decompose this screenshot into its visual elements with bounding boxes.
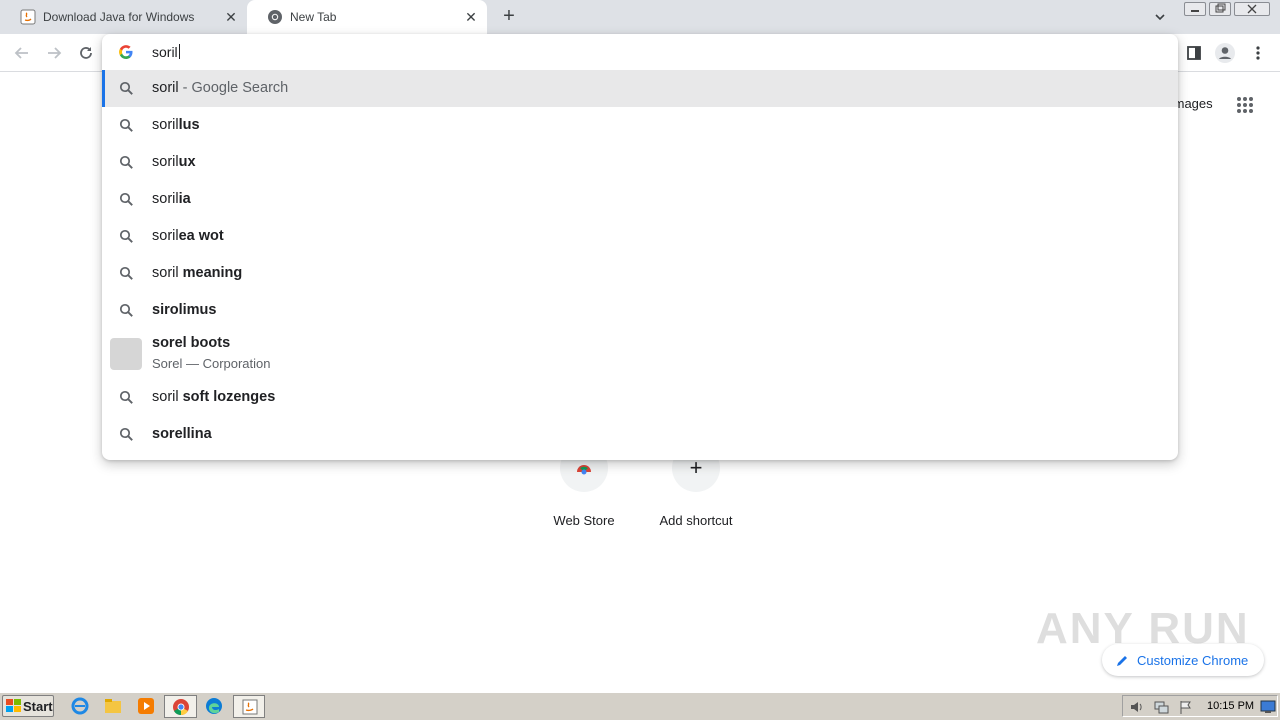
- edge-icon[interactable]: [205, 697, 223, 715]
- close-tab-icon[interactable]: ✕: [223, 9, 239, 25]
- restore-button[interactable]: [1209, 2, 1231, 16]
- chrome-menu-icon[interactable]: [1247, 42, 1269, 64]
- pencil-icon: [1116, 654, 1129, 667]
- google-apps-icon[interactable]: [1236, 96, 1254, 114]
- entity-thumbnail: [110, 338, 142, 370]
- suggestion-completion: ia: [178, 191, 191, 207]
- tab-title: Download Java for Windows: [43, 10, 195, 24]
- customize-label: Customize Chrome: [1137, 652, 1249, 668]
- shortcut-label: Web Store: [553, 513, 615, 528]
- suggestion-completion: sorel boots: [152, 335, 231, 351]
- suggestion-typed-part: soril: [152, 191, 179, 207]
- suggestion-text: soril soft lozenges: [152, 389, 275, 405]
- selection-indicator: [102, 70, 105, 107]
- search-icon: [119, 155, 134, 170]
- suggestion-subtitle: Sorel — Corporation: [152, 356, 271, 371]
- suggestion-row[interactable]: sorilea wot: [102, 218, 1178, 255]
- suggestion-row[interactable]: soril meaning: [102, 255, 1178, 292]
- text-caret: [178, 44, 180, 59]
- suggestion-text: sorillus: [152, 117, 200, 133]
- suggestion-completion: sirolimus: [152, 302, 217, 318]
- suggestion-completion: sorellina: [152, 426, 212, 442]
- suggestion-text: sirolimus: [152, 302, 216, 318]
- suggestion-row[interactable]: soril - Google Search: [102, 70, 1178, 107]
- taskbar-chrome[interactable]: [164, 695, 197, 718]
- search-icon: [119, 427, 134, 442]
- omnibox-input[interactable]: soril: [152, 44, 180, 60]
- suggestion-typed-part: soril: [152, 80, 179, 96]
- search-icon: [119, 229, 134, 244]
- omnibox-value: soril: [152, 44, 178, 60]
- suggestion-typed-part: soril: [152, 228, 179, 244]
- taskbar-clock: 10:15 PM: [1207, 700, 1255, 712]
- suggestion-row[interactable]: sirolimus: [102, 292, 1178, 329]
- suggestion-typed-part: soril: [152, 389, 179, 405]
- file-explorer-icon[interactable]: [104, 697, 122, 715]
- search-icon: [119, 81, 134, 96]
- network-icon[interactable]: [1153, 699, 1169, 720]
- chrome-taskbar-icon: [172, 698, 190, 721]
- suggestion-text: soril meaning: [152, 265, 242, 281]
- side-panel-icon[interactable]: [1183, 42, 1205, 64]
- search-icon: [119, 118, 134, 133]
- shortcut-label: Add shortcut: [659, 513, 733, 528]
- suggestion-row[interactable]: sorillus: [102, 107, 1178, 144]
- close-tab-icon[interactable]: ✕: [463, 9, 479, 25]
- show-desktop-icon[interactable]: [1260, 700, 1276, 719]
- suggestion-text: soril - Google Search: [152, 80, 288, 96]
- search-icon: [119, 390, 134, 405]
- close-window-button[interactable]: [1234, 2, 1270, 16]
- google-g-icon: [118, 44, 134, 60]
- suggestion-text: sorel boots: [152, 335, 230, 351]
- chrome-icon: [267, 9, 283, 25]
- suggestion-typed-part: soril: [152, 117, 179, 133]
- suggestion-completion: ea wot: [178, 228, 224, 244]
- forward-icon[interactable]: [43, 42, 65, 64]
- suggestion-row[interactable]: sorellina: [102, 416, 1178, 453]
- omnibox-dropdown: soril soril - Google Search sorillus soril…: [102, 34, 1178, 460]
- tab-search-chevron-icon[interactable]: [1151, 8, 1169, 26]
- suggestion-row[interactable]: sorilia: [102, 181, 1178, 218]
- system-tray: 10:15 PM: [1122, 695, 1278, 717]
- search-icon: [119, 303, 134, 318]
- suggestion-row[interactable]: soril soft lozenges: [102, 379, 1178, 416]
- tab-new-tab[interactable]: New Tab ✕: [247, 0, 487, 34]
- new-tab-button[interactable]: +: [498, 6, 520, 28]
- media-player-icon[interactable]: [137, 697, 155, 715]
- volume-icon[interactable]: [1129, 699, 1145, 720]
- search-icon: [119, 192, 134, 207]
- internet-explorer-icon[interactable]: [71, 697, 89, 715]
- reload-icon[interactable]: [75, 42, 97, 64]
- java-installer-icon: [241, 698, 259, 721]
- customize-chrome-button[interactable]: Customize Chrome: [1102, 644, 1264, 676]
- suggestion-completion: soft lozenges: [178, 389, 276, 405]
- suggestion-typed-part: soril: [152, 154, 179, 170]
- suggestion-text: sorellina: [152, 426, 212, 442]
- omnibox-input-row[interactable]: soril: [102, 34, 1178, 70]
- suggestion-text: sorilux: [152, 154, 196, 170]
- start-button[interactable]: Start: [2, 695, 54, 717]
- tab-title: New Tab: [290, 10, 337, 24]
- tab-download-java[interactable]: Download Java for Windows ✕: [0, 0, 247, 34]
- search-icon: [119, 266, 134, 281]
- action-center-flag-icon[interactable]: [1178, 699, 1194, 720]
- suggestion-completion: meaning: [178, 265, 243, 281]
- profile-avatar-icon[interactable]: [1214, 42, 1236, 64]
- suggestion-completion: ux: [178, 154, 196, 170]
- suggestion-row[interactable]: sorel boots Sorel — Corporation: [102, 330, 1178, 379]
- suggestion-typed-part: soril: [152, 265, 179, 281]
- suggestion-completion: lus: [178, 117, 200, 133]
- windows-logo-icon: [6, 699, 21, 713]
- start-label: Start: [23, 698, 53, 714]
- suggestion-text: sorilia: [152, 191, 191, 207]
- minimize-button[interactable]: [1184, 2, 1206, 16]
- java-icon: [20, 9, 36, 25]
- suggestion-row[interactable]: sorilux: [102, 144, 1178, 181]
- back-icon[interactable]: [11, 42, 33, 64]
- suggestion-suffix: - Google Search: [178, 80, 289, 96]
- taskbar-java-installer[interactable]: [233, 695, 265, 718]
- suggestion-text: sorilea wot: [152, 228, 224, 244]
